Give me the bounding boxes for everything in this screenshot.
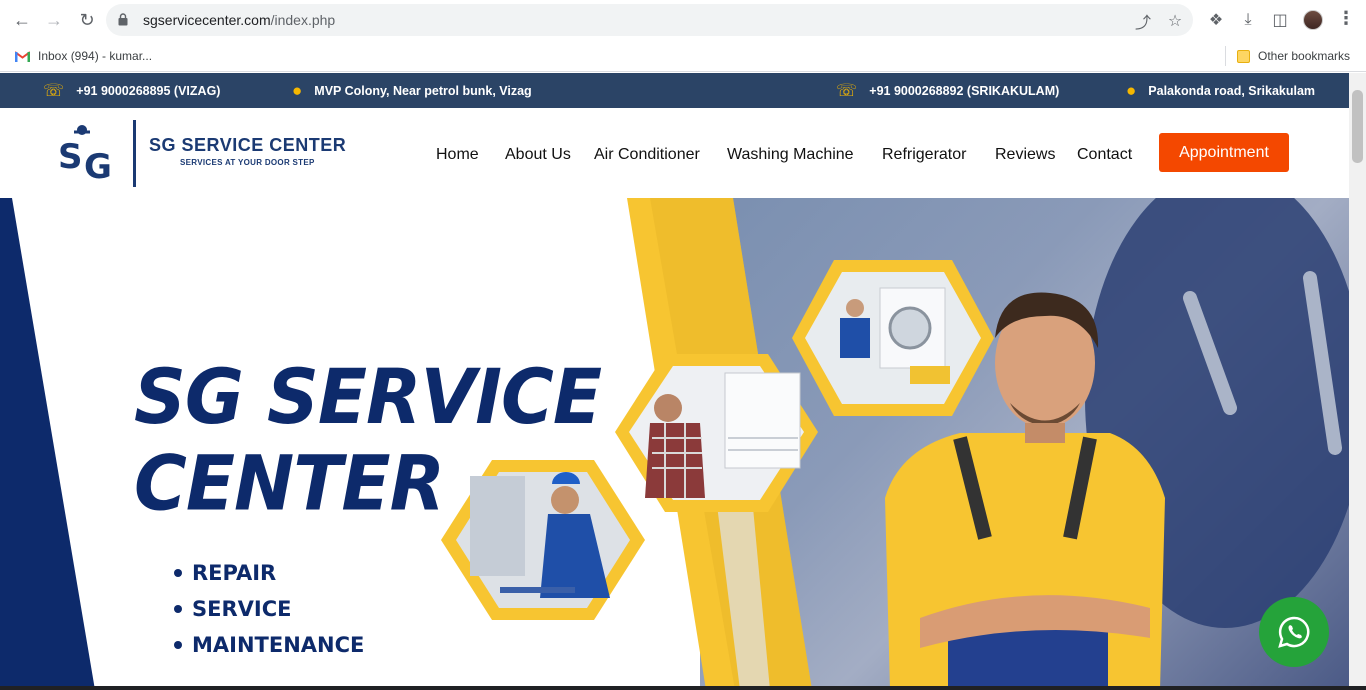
bookmark-star-icon[interactable]: ☆ (1166, 12, 1184, 30)
address-vizag-text: MVP Colony, Near petrol bunk, Vizag (314, 83, 532, 98)
nav-home[interactable]: Home (436, 146, 479, 164)
contact-topbar: ☏ +91 9000268895 (VIZAG) ● MVP Colony, N… (0, 73, 1349, 108)
bottom-edge (0, 686, 1366, 690)
nav-about-us[interactable]: About Us (505, 146, 571, 164)
download-icon[interactable]: ⤓ (1238, 10, 1258, 30)
logo-divider (133, 120, 136, 187)
site-header: S G SG SERVICE CENTER SERVICES AT YOUR D… (0, 108, 1349, 198)
url-text: sgservicecenter.com/index.php (143, 12, 336, 28)
bullet-dot (174, 641, 182, 649)
phone-srikakulam[interactable]: ☏ +91 9000268892 (SRIKAKULAM) (836, 82, 1059, 99)
map-pin-icon: ● (292, 81, 303, 100)
bullet-item: MAINTENANCE (174, 627, 364, 663)
hero-title: SG SERVICE CENTER (134, 352, 602, 528)
bullet-item: REPAIR (174, 555, 364, 591)
bookmark-gmail[interactable]: Inbox (994) - kumar... (15, 49, 152, 63)
browser-menu-icon[interactable]: ⋮ (1337, 8, 1355, 29)
bullet-item: SERVICE (174, 591, 364, 627)
reload-icon[interactable]: ↻ (75, 8, 99, 32)
svg-text:S: S (58, 137, 83, 177)
logo-tagline: SERVICES AT YOUR DOOR STEP (180, 158, 315, 167)
address-vizag: ● MVP Colony, Near petrol bunk, Vizag (292, 82, 532, 99)
address-srikakulam-text: Palakonda road, Srikakulam (1148, 83, 1316, 98)
phone-vizag[interactable]: ☏ +91 9000268895 (VIZAG) (43, 82, 220, 99)
bookmarks-divider (1225, 46, 1226, 66)
nav-air-conditioner[interactable]: Air Conditioner (594, 146, 700, 164)
nav-contact[interactable]: Contact (1077, 146, 1132, 164)
website-viewport: ☏ +91 9000268895 (VIZAG) ● MVP Colony, N… (0, 73, 1366, 690)
scrollbar-thumb[interactable] (1352, 90, 1363, 163)
nav-washing-machine[interactable]: Washing Machine (727, 146, 854, 164)
whatsapp-button[interactable] (1259, 597, 1329, 667)
map-pin-icon: ● (1126, 81, 1137, 100)
bookmark-label: Other bookmarks (1258, 49, 1351, 63)
bookmarks-bar: Inbox (994) - kumar... Other bookmarks (0, 40, 1366, 72)
address-srikakulam: ● Palakonda road, Srikakulam (1126, 82, 1315, 99)
hex-photo-washing-machine (792, 260, 994, 416)
bullet-dot (174, 605, 182, 613)
phone-vizag-text: +91 9000268895 (VIZAG) (76, 83, 221, 98)
bullet-dot (174, 569, 182, 577)
hero-banner: SG SERVICE CENTER REPAIR SERVICE MAINTEN… (0, 198, 1349, 690)
appointment-button[interactable]: Appointment (1159, 133, 1289, 172)
forward-icon[interactable]: → (42, 8, 66, 32)
logo-title[interactable]: SG SERVICE CENTER (149, 135, 346, 156)
bullet-text: SERVICE (192, 597, 292, 621)
hero-title-line2: CENTER (134, 438, 445, 528)
address-bar[interactable]: sgservicecenter.com/index.php ⤴ ☆ (106, 4, 1193, 36)
service-bullets: REPAIR SERVICE MAINTENANCE (174, 555, 364, 663)
bookmark-other[interactable]: Other bookmarks (1237, 49, 1350, 63)
nav-refrigerator[interactable]: Refrigerator (882, 146, 966, 164)
bullet-text: MAINTENANCE (192, 633, 365, 657)
phone-icon: ☏ (43, 81, 65, 100)
bullet-text: REPAIR (192, 561, 277, 585)
whatsapp-icon (1278, 616, 1310, 648)
side-panel-icon[interactable]: ◫ (1270, 10, 1290, 30)
nav-reviews[interactable]: Reviews (995, 146, 1055, 164)
page-scrollbar[interactable] (1349, 73, 1366, 690)
folder-icon (1237, 49, 1250, 63)
back-icon[interactable]: ← (10, 8, 34, 32)
browser-toolbar: ← → ↻ sgservicecenter.com/index.php ⤴ ☆ … (0, 0, 1366, 40)
hero-title-line1: SG SERVICE (134, 352, 602, 442)
hex-photo-air-conditioner (615, 354, 818, 512)
profile-avatar[interactable] (1303, 10, 1323, 30)
extensions-icon[interactable]: ❖ (1206, 10, 1226, 30)
phone-icon: ☏ (836, 81, 858, 100)
share-icon[interactable]: ⤴ (1134, 12, 1152, 32)
sg-logo-icon[interactable]: S G (58, 120, 124, 186)
bookmark-label: Inbox (994) - kumar... (38, 49, 153, 63)
gmail-icon (15, 50, 30, 62)
svg-text:G: G (84, 147, 112, 186)
navy-stripe (0, 198, 95, 690)
phone-srikakulam-text: +91 9000268892 (SRIKAKULAM) (869, 83, 1060, 98)
lock-icon (118, 13, 128, 26)
